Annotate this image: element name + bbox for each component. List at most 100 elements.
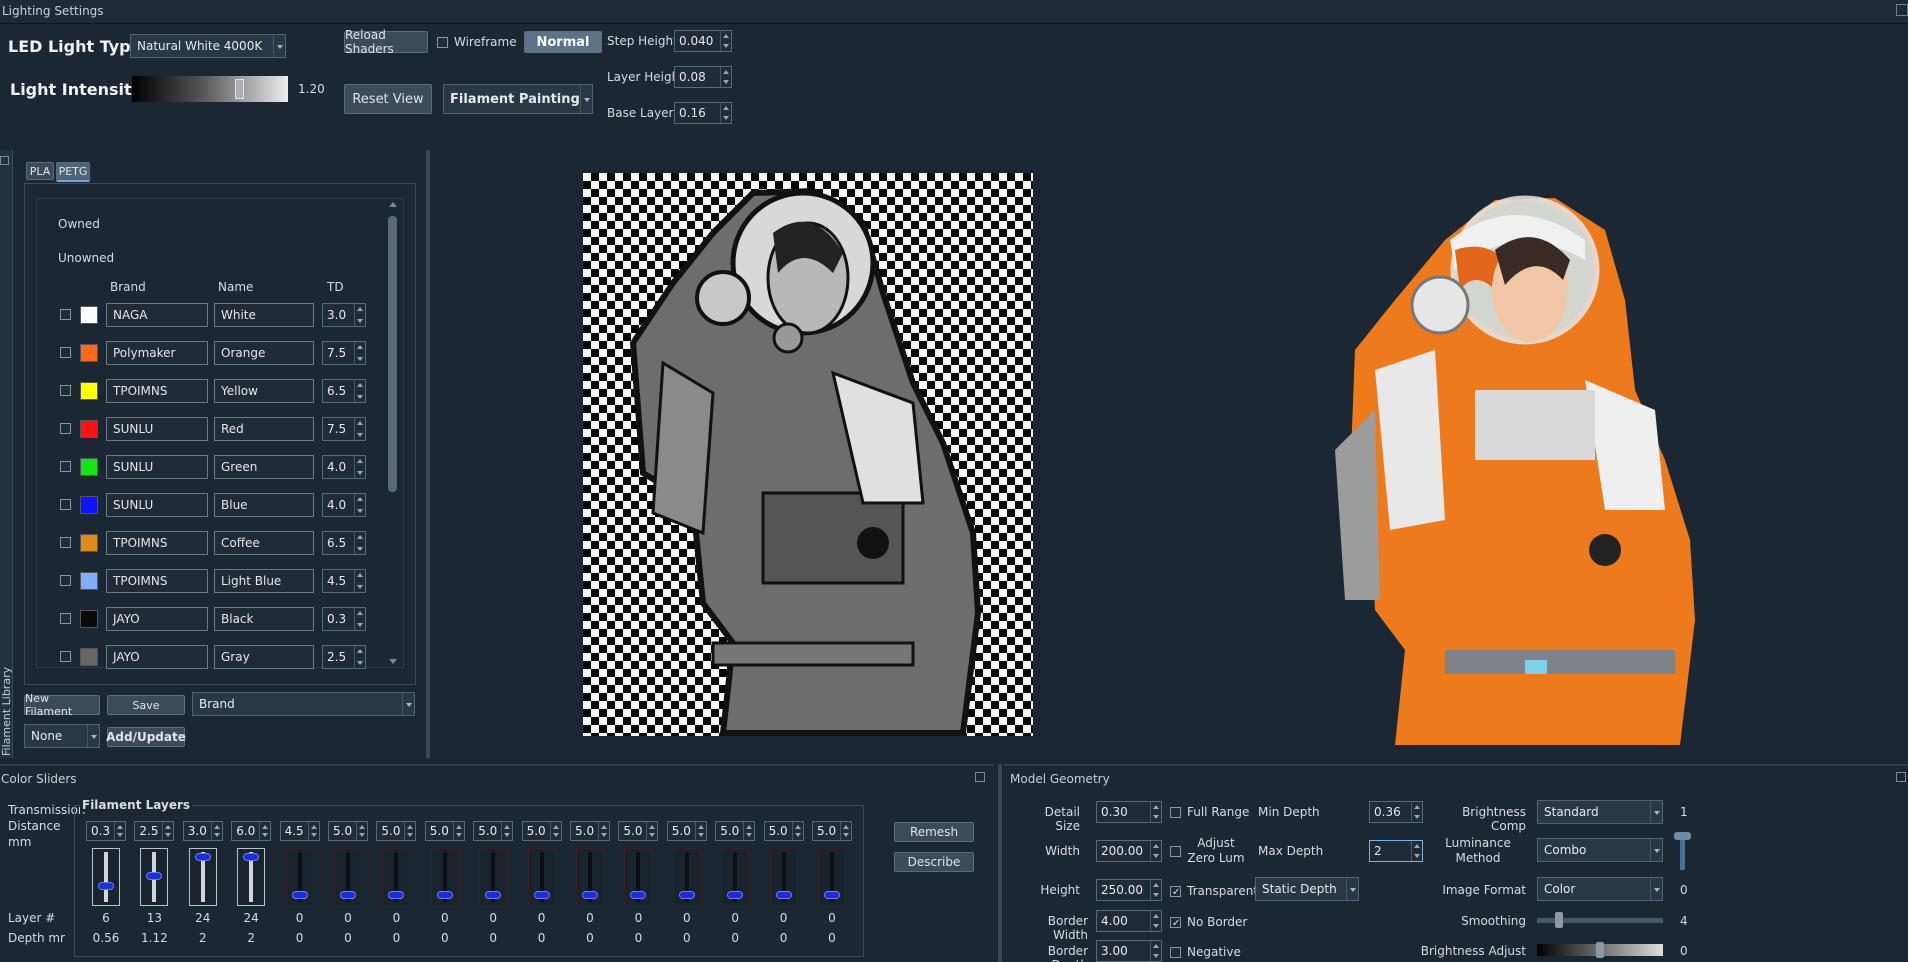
spin-arrows-icon[interactable] [1150,941,1161,961]
slider-handle[interactable] [388,890,405,899]
slider-handle[interactable] [340,890,356,899]
layer-slider[interactable] [334,848,362,906]
spin-arrows-icon[interactable] [354,342,365,364]
spin-arrows-icon[interactable] [1411,802,1422,822]
layer-slider[interactable] [479,848,508,906]
slider-handle[interactable] [824,890,840,899]
layer-slider[interactable] [769,848,798,906]
name-field[interactable]: Orange [214,341,314,365]
layer-td-input[interactable]: 5.0 [715,821,756,841]
td-input[interactable]: 7.5 [322,341,366,365]
color-swatch[interactable] [80,382,98,400]
spin-arrows-icon[interactable] [720,67,731,87]
layer-td-input[interactable]: 5.0 [424,821,465,841]
owned-checkbox[interactable] [60,461,71,472]
spin-arrows-icon[interactable] [307,822,319,840]
layer-slider[interactable] [92,848,120,906]
brand-field[interactable]: Polymaker [106,341,208,365]
td-input[interactable]: 7.5 [322,417,366,441]
spin-arrows-icon[interactable] [720,103,731,123]
layer-slider[interactable] [721,848,750,906]
layer-td-input[interactable]: 5.0 [666,821,707,841]
color-swatch[interactable] [80,610,98,628]
brightness-adjust-slider[interactable] [1537,942,1663,958]
smoothing-slider[interactable] [1537,912,1663,928]
min-depth-input[interactable]: 0.36 [1369,801,1423,823]
depth-mode-select[interactable]: Static Depth [1255,877,1359,901]
td-input[interactable]: 0.3 [322,607,366,631]
grayscale-preview-canvas[interactable] [583,173,1033,736]
panel-splitter[interactable] [998,764,1002,962]
filament-row[interactable]: NAGA White 3.0 [58,303,378,327]
spin-arrows-icon[interactable] [1411,841,1422,861]
slider-handle[interactable] [98,882,114,891]
no-border-checkbox[interactable] [1170,916,1181,928]
spin-arrows-icon[interactable] [598,822,609,840]
filament-row[interactable]: TPOIMNS Yellow 6.5 [58,379,378,403]
layer-td-input[interactable]: 5.0 [376,821,417,841]
save-filament-button[interactable]: Save [107,695,185,715]
td-input[interactable]: 6.5 [322,379,366,403]
name-field[interactable]: Green [214,455,314,479]
spin-arrows-icon[interactable] [720,31,731,51]
owned-checkbox[interactable] [60,499,71,510]
spin-arrows-icon[interactable] [501,822,512,840]
filament-row[interactable]: JAYO Gray 2.5 [58,645,378,669]
spin-arrows-icon[interactable] [1150,841,1161,861]
name-field[interactable]: Black [214,607,314,631]
layer-height-input[interactable]: 0.08 [674,66,732,88]
brand-field[interactable]: SUNLU [106,493,208,517]
remesh-button[interactable]: Remesh [894,822,974,842]
slider-handle[interactable] [582,890,598,899]
adjust-zero-lum-checkbox[interactable] [1170,845,1181,857]
normal-button[interactable]: Normal [524,31,602,53]
spin-arrows-icon[interactable] [210,822,222,840]
brightness-adjust-handle[interactable] [1596,942,1604,958]
step-height-input[interactable]: 0.040 [674,30,732,52]
spin-arrows-icon[interactable] [354,494,365,516]
layer-slider[interactable] [624,848,653,906]
name-field[interactable]: Gray [214,645,314,669]
layer-td-input[interactable]: 5.0 [521,821,562,841]
slider-handle[interactable] [146,871,163,880]
spin-arrows-icon[interactable] [743,822,754,840]
brand-field[interactable]: SUNLU [106,455,208,479]
layer-slider[interactable] [672,848,701,906]
layer-slider[interactable] [576,848,604,906]
owned-checkbox[interactable] [60,385,71,396]
name-field[interactable]: Blue [214,493,314,517]
name-field[interactable]: Light Blue [214,569,314,593]
tab-petg[interactable]: PETG [56,162,90,182]
filament-list-scrollbar[interactable] [387,202,398,664]
spin-arrows-icon[interactable] [354,418,365,440]
slider-handle[interactable] [678,890,695,899]
negative-toggle[interactable]: Negative [1170,945,1241,959]
brand-field[interactable]: TPOIMNS [106,531,208,555]
filament-row[interactable]: SUNLU Red 7.5 [58,417,378,441]
spin-arrows-icon[interactable] [354,456,365,478]
spin-arrows-icon[interactable] [354,570,365,592]
scroll-up-icon[interactable] [389,202,397,207]
layer-td-input[interactable]: 5.0 [328,821,368,841]
color-swatch[interactable] [80,496,98,514]
slider-handle[interactable] [533,890,550,899]
dock-splitter[interactable] [426,150,430,758]
slider-handle[interactable] [436,890,453,899]
spin-arrows-icon[interactable] [1150,880,1161,900]
slider-handle[interactable] [291,890,308,899]
color-swatch[interactable] [80,458,98,476]
filament-row[interactable]: TPOIMNS Light Blue 4.5 [58,569,378,593]
dock-float-icon[interactable] [975,772,985,782]
base-layer-input[interactable]: 0.16 [674,102,732,124]
layer-td-input[interactable]: 5.0 [570,821,610,841]
full-range-toggle[interactable]: Full Range [1170,805,1249,819]
owned-checkbox[interactable] [60,347,71,358]
luminance-vertical-slider[interactable] [1674,832,1691,870]
no-border-toggle[interactable]: No Border [1170,915,1247,929]
layer-slider[interactable] [818,848,846,906]
owned-checkbox[interactable] [60,537,71,548]
negative-checkbox[interactable] [1170,946,1181,958]
slider-handle[interactable] [485,890,502,899]
spin-arrows-icon[interactable] [354,380,365,402]
spin-arrows-icon[interactable] [114,822,125,840]
